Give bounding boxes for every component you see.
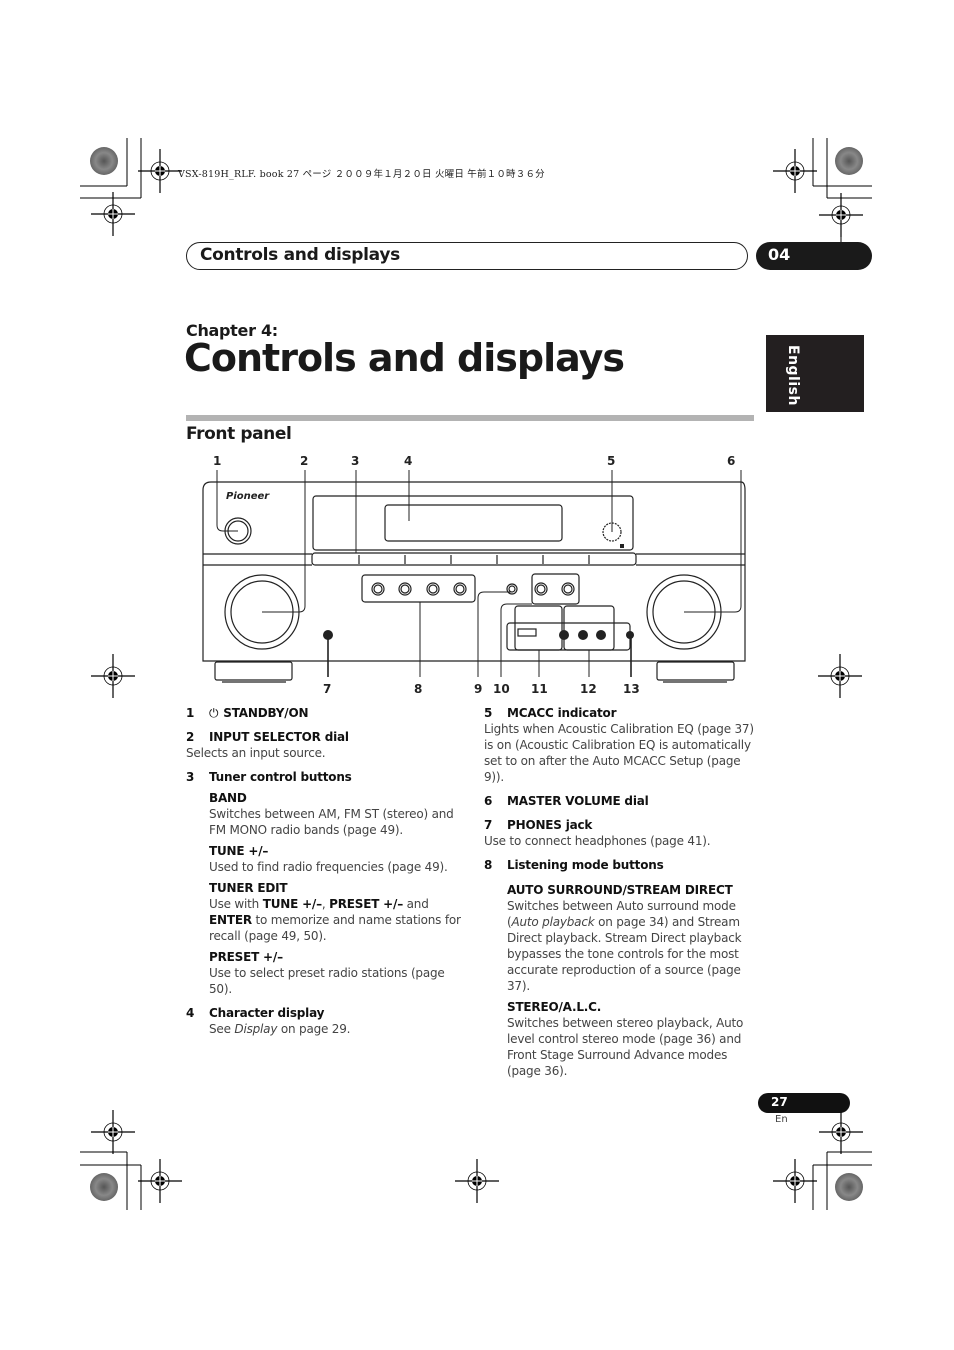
item-character-display: 4 Character display	[186, 1006, 325, 1020]
callout-5: 5	[607, 454, 616, 468]
item-master-volume: 6 MASTER VOLUME dial	[484, 794, 649, 808]
starburst-icon	[835, 1173, 863, 1201]
callout-8: 8	[414, 682, 423, 696]
callout-10: 10	[493, 682, 510, 696]
item-phones: 7 PHONES jack	[484, 818, 593, 832]
language-tab-label: English	[785, 345, 801, 406]
starburst-icon	[90, 147, 118, 175]
power-icon: ⏻	[209, 706, 219, 720]
item-mcacc: 5 MCACC indicator	[484, 706, 617, 720]
starburst-icon	[835, 147, 863, 175]
section-divider	[186, 415, 754, 421]
callout-12: 12	[580, 682, 597, 696]
running-header-title: Controls and displays	[200, 245, 400, 265]
crop-mark-top-left	[80, 138, 183, 237]
chapter-number-badge: 04	[756, 242, 872, 270]
crop-mark-top-right	[772, 138, 872, 246]
item-input-selector: 2 INPUT SELECTOR dial	[186, 730, 349, 744]
callout-7: 7	[323, 682, 332, 696]
registration-mark-left	[90, 653, 136, 699]
item-standby: 1 ⏻ STANDBY/ON	[186, 706, 309, 720]
callout-3: 3	[351, 454, 360, 468]
language-tab: English	[766, 335, 864, 412]
print-marks	[80, 138, 872, 1210]
callout-11: 11	[531, 682, 548, 696]
left-column: 1 ⏻ STANDBY/ON 2 INPUT SELECTOR dial Sel…	[186, 705, 466, 1037]
registration-mark-right	[817, 653, 863, 699]
crop-mark-bottom-left	[80, 1109, 183, 1210]
crop-mark-bottom-right	[772, 1109, 872, 1210]
item-tuner-controls: 3 Tuner control buttons	[186, 770, 352, 784]
callout-6: 6	[727, 454, 736, 468]
starburst-icon	[90, 1173, 118, 1201]
page-number: 27	[758, 1093, 850, 1113]
chapter-title: Controls and displays	[184, 336, 625, 380]
callout-13: 13	[623, 682, 640, 696]
listening-subitems: AUTO SURROUND/STREAM DIRECT Switches bet…	[507, 883, 744, 1078]
callout-4: 4	[404, 454, 413, 468]
page-language: En	[775, 1114, 788, 1125]
callout-2: 2	[300, 454, 309, 468]
registration-mark-bottom	[454, 1158, 500, 1204]
tuner-subitems: BAND Switches between AM, FM ST (stereo)…	[209, 791, 461, 996]
print-slug: VSX-819H_RLF. book 27 ページ ２００９年１月２０日 火曜日…	[178, 169, 545, 180]
section-title: Front panel	[186, 424, 292, 444]
item-listening-modes: 8 Listening mode buttons	[484, 858, 664, 872]
callout-9: 9	[474, 682, 483, 696]
right-column: 5 MCACC indicator Lights when Acoustic Ca…	[484, 705, 756, 1079]
callout-1: 1	[213, 454, 222, 468]
